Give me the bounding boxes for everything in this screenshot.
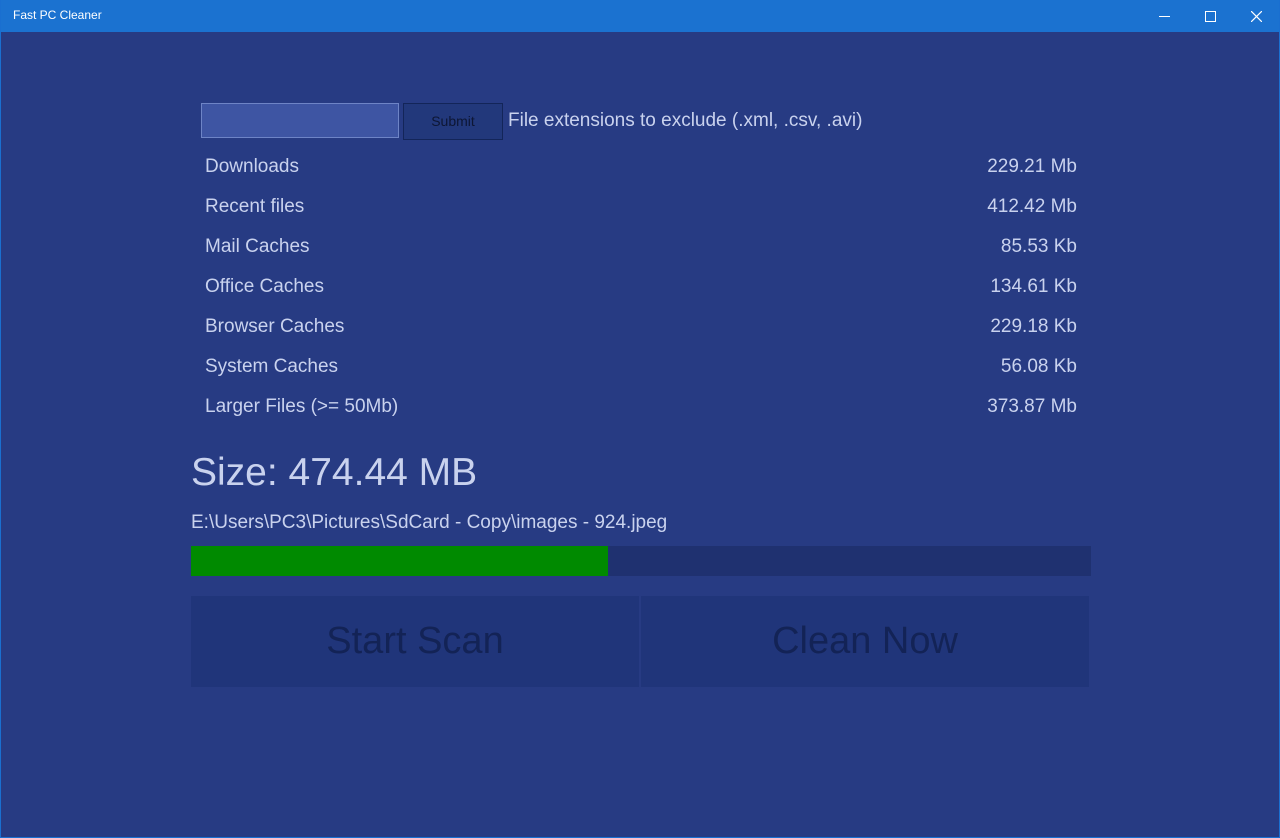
progress-fill (191, 546, 608, 576)
item-size: 229.21 Mb (987, 156, 1077, 177)
title-bar[interactable]: Fast PC Cleaner (1, 0, 1279, 32)
maximize-button[interactable] (1188, 0, 1234, 32)
scan-progress-bar (191, 546, 1091, 576)
item-label: Recent files (205, 196, 305, 217)
item-size: 134.61 Kb (990, 276, 1077, 297)
exclude-extensions-input[interactable] (201, 103, 399, 138)
item-label: Larger Files (>= 50Mb) (205, 396, 399, 417)
list-item: Larger Files (>= 50Mb) 373.87 Mb (205, 390, 1077, 430)
list-item: Browser Caches 229.18 Kb (205, 310, 1077, 350)
item-size: 373.87 Mb (987, 396, 1077, 417)
clean-now-button[interactable]: Clean Now (641, 596, 1089, 687)
item-size: 229.18 Kb (990, 316, 1077, 337)
maximize-icon (1205, 11, 1216, 22)
window-title: Fast PC Cleaner (13, 8, 102, 22)
item-label: System Caches (205, 356, 339, 377)
list-item: Downloads 229.21 Mb (205, 150, 1077, 190)
minimize-button[interactable] (1142, 0, 1188, 32)
item-label: Mail Caches (205, 236, 310, 257)
item-size: 85.53 Kb (1000, 236, 1077, 257)
exclude-extensions-label: File extensions to exclude (.xml, .csv, … (508, 110, 863, 131)
item-size: 56.08 Kb (1000, 356, 1077, 377)
item-label: Downloads (205, 156, 299, 177)
total-size: Size: 474.44 MB (191, 451, 478, 494)
submit-button[interactable]: Submit (403, 103, 503, 140)
list-item: Recent files 412.42 Mb (205, 190, 1077, 230)
minimize-icon (1159, 16, 1170, 17)
start-scan-button[interactable]: Start Scan (191, 596, 639, 687)
item-label: Office Caches (205, 276, 324, 297)
close-icon (1251, 11, 1262, 22)
item-size: 412.42 Mb (987, 196, 1077, 217)
list-item: System Caches 56.08 Kb (205, 350, 1077, 390)
close-button[interactable] (1234, 0, 1279, 32)
scan-results-list: Downloads 229.21 Mb Recent files 412.42 … (205, 150, 1077, 430)
item-label: Browser Caches (205, 316, 345, 337)
current-file-path: E:\Users\PC3\Pictures\SdCard - Copy\imag… (191, 512, 668, 533)
app-window: Fast PC Cleaner Submit File extensions t… (0, 0, 1280, 838)
list-item: Mail Caches 85.53 Kb (205, 230, 1077, 270)
list-item: Office Caches 134.61 Kb (205, 270, 1077, 310)
